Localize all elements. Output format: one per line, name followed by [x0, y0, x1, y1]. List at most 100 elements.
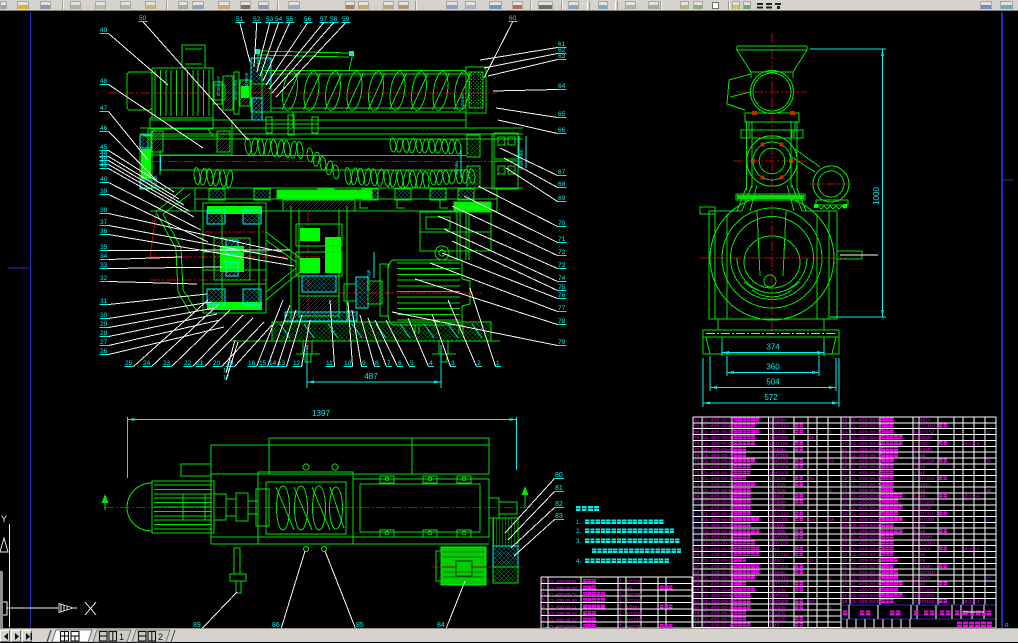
svg-text:CL-40B-08-80: CL-40B-08-80 [851, 464, 883, 470]
svg-text:70: 70 [558, 220, 566, 227]
svg-text:CL-40B-08-22: CL-40B-08-22 [851, 505, 883, 511]
svg-text:374: 374 [766, 343, 780, 352]
svg-text:6: 6 [769, 488, 772, 494]
svg-text:1: 1 [619, 617, 622, 623]
svg-text:4: 4 [769, 564, 772, 570]
svg-text:24: 24 [143, 360, 151, 367]
svg-text:CL-40B-08-72: CL-40B-08-72 [703, 617, 735, 623]
svg-text:1: 1 [914, 523, 917, 529]
svg-text:2.: 2. [576, 529, 581, 535]
svg-text:75: 75 [694, 459, 700, 465]
svg-text:40Cr: 40Cr [920, 418, 931, 424]
svg-text:60: 60 [509, 15, 517, 22]
svg-text:65Mn: 65Mn [774, 418, 786, 424]
svg-text:73: 73 [694, 470, 700, 476]
svg-text:8: 8 [375, 360, 379, 367]
svg-text:10: 10 [344, 360, 352, 367]
svg-text:1: 1 [496, 360, 500, 367]
svg-text:HT200: HT200 [627, 592, 642, 598]
svg-text:38: 38 [842, 464, 848, 470]
svg-text:3: 3 [542, 611, 545, 617]
svg-text:8: 8 [914, 581, 917, 587]
svg-text:34: 34 [842, 488, 848, 494]
svg-text:CL-40B-08-30: CL-40B-08-30 [703, 429, 735, 435]
svg-text:1: 1 [769, 482, 772, 488]
svg-text:8: 8 [914, 494, 917, 500]
svg-text:4: 4 [769, 494, 772, 500]
svg-text:54: 54 [694, 581, 700, 587]
svg-text:39: 39 [100, 188, 108, 195]
svg-text:35: 35 [842, 482, 848, 488]
svg-text:1: 1 [769, 546, 772, 552]
svg-text:40Cr: 40Cr [920, 576, 931, 582]
svg-text:34: 34 [100, 253, 108, 260]
svg-text:1: 1 [769, 435, 772, 441]
svg-text:65Mn: 65Mn [920, 435, 932, 441]
svg-text:CL-40B-08-77: CL-40B-08-77 [703, 576, 735, 582]
svg-text:CL-40B-08-87: CL-40B-08-87 [703, 494, 735, 500]
svg-text:2: 2 [769, 476, 772, 482]
svg-text:76: 76 [558, 292, 566, 299]
svg-text:43: 43 [842, 435, 848, 441]
svg-text:64: 64 [694, 523, 700, 529]
svg-text:CL-40B-08-10: CL-40B-08-10 [851, 570, 883, 576]
svg-text:54: 54 [275, 16, 283, 23]
svg-text:40: 40 [842, 453, 848, 459]
svg-text:78: 78 [694, 441, 700, 447]
svg-text:CL-40B-08-82: CL-40B-08-82 [851, 418, 883, 424]
svg-text:25: 25 [842, 541, 848, 547]
svg-text:6: 6 [769, 581, 772, 587]
svg-text:1: 1 [769, 470, 772, 476]
svg-text:33: 33 [842, 494, 848, 500]
svg-text:5: 5 [410, 360, 414, 367]
svg-text:65Mn: 65Mn [920, 564, 932, 570]
svg-text:59: 59 [342, 16, 350, 23]
svg-text:1: 1 [769, 517, 772, 523]
svg-text:68: 68 [694, 500, 700, 506]
svg-text:CL-40B-08-50: CL-40B-08-50 [703, 517, 735, 523]
svg-text:45: 45 [627, 585, 633, 591]
svg-text:36: 36 [842, 476, 848, 482]
svg-text:27: 27 [100, 339, 108, 346]
svg-text:62: 62 [694, 535, 700, 541]
svg-text:8: 8 [914, 505, 917, 511]
svg-text:3.: 3. [576, 539, 581, 545]
svg-text:HT150: HT150 [920, 429, 935, 435]
svg-text:6: 6 [542, 592, 545, 598]
svg-text:12: 12 [986, 429, 992, 434]
svg-text:12: 12 [829, 459, 835, 464]
svg-text:40Cr: 40Cr [920, 441, 931, 447]
svg-text:12: 12 [914, 424, 920, 430]
svg-text:1: 1 [914, 500, 917, 506]
svg-text:CL-40B-08-50: CL-40B-08-50 [851, 599, 883, 605]
svg-text:CL-40B-08-97: CL-40B-08-97 [703, 564, 735, 570]
svg-text:CL-40B-08-38: CL-40B-08-38 [851, 459, 883, 465]
svg-text:1: 1 [914, 599, 917, 605]
svg-text:CL-40B-08-91: CL-40B-08-91 [703, 605, 735, 611]
svg-text:65Mn: 65Mn [774, 570, 786, 576]
svg-text:31: 31 [842, 505, 848, 511]
svg-text:HT150: HT150 [920, 599, 935, 605]
svg-text:9: 9 [362, 360, 366, 367]
svg-text:CL-40B-08-83: CL-40B-08-83 [703, 464, 735, 470]
svg-text:1: 1 [914, 546, 917, 552]
svg-text:CL-40B-08-34: CL-40B-08-34 [851, 529, 883, 535]
svg-text:20: 20 [842, 570, 848, 576]
svg-text:46: 46 [100, 125, 108, 132]
svg-text:CL-40B-08-64: CL-40B-08-64 [851, 511, 883, 517]
svg-text:CL-40B-08-22: CL-40B-08-22 [703, 441, 735, 447]
svg-text:14: 14 [269, 360, 277, 367]
svg-text:CL-40B-08-16: CL-40B-08-16 [851, 517, 883, 523]
svg-text:CL-40B-08-85: CL-40B-08-85 [703, 424, 735, 430]
svg-text:1: 1 [619, 585, 622, 591]
svg-text:65Mn: 65Mn [920, 535, 932, 541]
svg-text:CL-40B-08-83: CL-40B-08-83 [851, 494, 883, 500]
svg-text:CL-40B-08-91: CL-40B-08-91 [549, 579, 577, 585]
svg-text:HT200: HT200 [774, 593, 789, 599]
svg-text:CL-40B-08-72: CL-40B-08-72 [851, 424, 883, 430]
svg-text:36: 36 [100, 228, 108, 235]
svg-text:1: 1 [914, 470, 917, 476]
svg-text:2: 2 [914, 476, 917, 482]
svg-text:1: 1 [769, 424, 772, 430]
svg-text:Q235: Q235 [774, 587, 786, 593]
